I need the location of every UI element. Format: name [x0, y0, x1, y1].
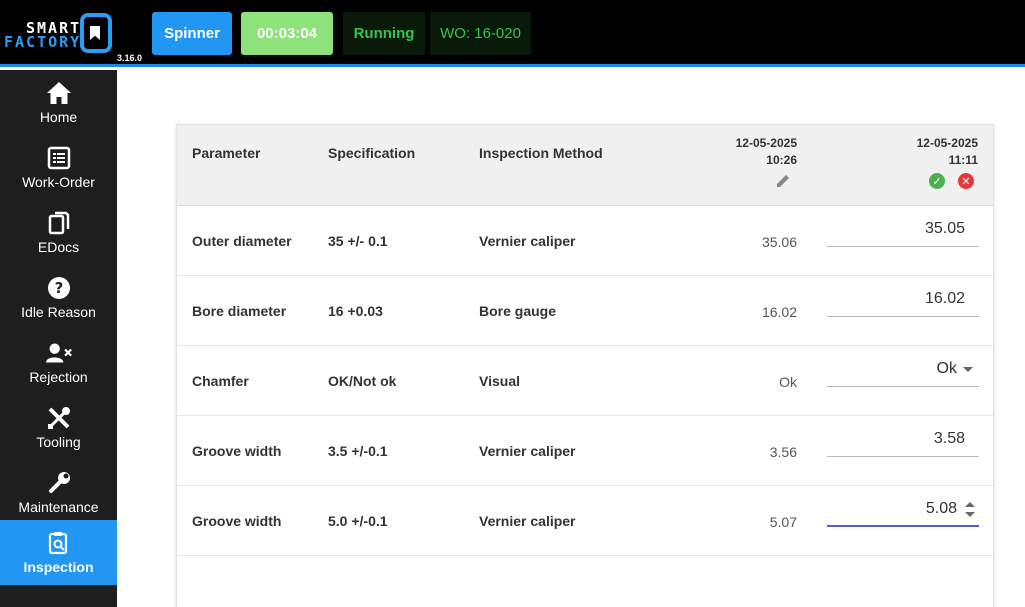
inspection-table-card: Parameter Specification Inspection Metho… [176, 124, 994, 607]
work-order-label: WO: 16-020 [430, 12, 531, 55]
clipboard-search-icon [46, 531, 72, 555]
row-value-input-focused[interactable]: 5.08 [827, 500, 979, 527]
table-row: Groove width 5.0 +/-0.1 Vernier caliper … [177, 486, 993, 556]
row-inspection-method: Visual [479, 373, 520, 389]
row-inspection-method: Vernier caliper [479, 443, 576, 459]
row-previous-value: Ok [779, 374, 797, 390]
row-previous-value: 35.06 [761, 234, 797, 250]
sidebar-item-label: Home [39, 108, 78, 125]
header-column-2: 12-05-2025 11:11 [917, 135, 978, 169]
header-inspection-method: Inspection Method [479, 145, 603, 161]
row-specification: 5.0 +/-0.1 [328, 513, 388, 529]
row-specification: 16 +0.03 [328, 303, 383, 319]
table-row: Groove width 3.5 +/-0.1 Vernier caliper … [177, 416, 993, 486]
wrench-icon [46, 471, 72, 495]
sidebar-item-tooling[interactable]: Tooling [0, 395, 117, 460]
tools-icon [46, 406, 72, 430]
table-row: Outer diameter 35 +/- 0.1 Vernier calipe… [177, 206, 993, 276]
sidebar-item-idle-reason[interactable]: ? Idle Reason [0, 265, 117, 330]
row-value-text: 5.08 [925, 500, 957, 517]
row-previous-value: 3.56 [769, 444, 797, 460]
question-icon: ? [46, 276, 72, 300]
table-header: Parameter Specification Inspection Metho… [177, 125, 993, 206]
header-parameter: Parameter [192, 145, 261, 161]
table-row: Chamfer OK/Not ok Visual Ok Ok [177, 346, 993, 416]
cancel-icon[interactable]: ✕ [958, 173, 974, 189]
sidebar-item-home[interactable]: Home [0, 70, 117, 135]
row-inspection-method: Bore gauge [479, 303, 557, 319]
row-parameter: Groove width [192, 443, 282, 459]
sidebar-item-inspection[interactable]: Inspection [0, 520, 117, 585]
row-parameter: Groove width [192, 513, 282, 529]
sidebar-item-work-order[interactable]: Work-Order [0, 135, 117, 200]
sidebar-item-label: Idle Reason [21, 303, 96, 320]
row-specification: 35 +/- 0.1 [328, 233, 388, 249]
documents-icon [46, 211, 72, 235]
sidebar-item-label: Inspection [23, 558, 94, 575]
row-previous-value: 16.02 [761, 304, 797, 320]
sidebar-item-label: EDocs [37, 238, 80, 255]
row-parameter: Outer diameter [192, 233, 292, 249]
sidebar-item-edocs[interactable]: EDocs [0, 200, 117, 265]
row-parameter: Chamfer [192, 373, 249, 389]
sidebar-item-rejection[interactable]: Rejection [0, 330, 117, 395]
row-value-text: 3.58 [933, 430, 965, 447]
home-icon [46, 81, 72, 105]
edit-icon[interactable] [775, 173, 791, 194]
sidebar-item-label: Work-Order [22, 173, 95, 190]
row-value-input[interactable]: 3.58 [827, 430, 979, 457]
column-2-date: 12-05-2025 [916, 136, 978, 150]
list-icon [46, 146, 72, 170]
app-version: 3.16.0 [117, 53, 143, 63]
sidebar-item-maintenance[interactable]: Maintenance [0, 460, 117, 525]
sidebar-item-label: Tooling [36, 433, 81, 450]
column-1-date: 12-05-2025 [735, 136, 797, 150]
top-bar: SMART FACTORY 3.16.0 Spinner 00:03:04 Ru… [0, 0, 1025, 67]
logo-text-factory: FACTORY [4, 33, 82, 51]
machine-name-button[interactable]: Spinner [152, 12, 232, 55]
run-timer: 00:03:04 [241, 12, 333, 55]
row-previous-value: 5.07 [769, 514, 797, 530]
row-value-select[interactable]: Ok [827, 360, 979, 387]
machine-status: Running [343, 12, 425, 55]
row-parameter: Bore diameter [192, 303, 287, 319]
logo-mark-icon [80, 13, 112, 53]
number-stepper-icon[interactable] [965, 500, 975, 520]
row-specification: 3.5 +/-0.1 [328, 443, 388, 459]
user-remove-icon [45, 341, 72, 365]
row-value-input[interactable]: 16.02 [827, 290, 979, 317]
row-specification: OK/Not ok [328, 373, 397, 389]
header-column-1: 12-05-2025 10:26 [736, 135, 797, 169]
confirm-icon[interactable]: ✓ [929, 173, 945, 189]
row-inspection-method: Vernier caliper [479, 513, 576, 529]
sidebar: Home Work-Order EDocs ? Idle Reason Reje… [0, 70, 117, 607]
header-specification: Specification [328, 145, 416, 161]
row-value-input[interactable]: 35.05 [827, 220, 979, 247]
sidebar-item-label: Maintenance [18, 498, 99, 515]
chevron-down-icon [963, 367, 973, 372]
column-2-time: 11:11 [948, 153, 978, 167]
row-value-text: Ok [936, 360, 957, 377]
row-value-text: 35.05 [924, 220, 965, 237]
table-row: Bore diameter 16 +0.03 Bore gauge 16.02 … [177, 276, 993, 346]
column-1-time: 10:26 [766, 153, 797, 167]
row-inspection-method: Vernier caliper [479, 233, 576, 249]
row-value-text: 16.02 [924, 290, 965, 307]
svg-text:?: ? [54, 279, 63, 297]
sidebar-item-label: Rejection [29, 368, 88, 385]
